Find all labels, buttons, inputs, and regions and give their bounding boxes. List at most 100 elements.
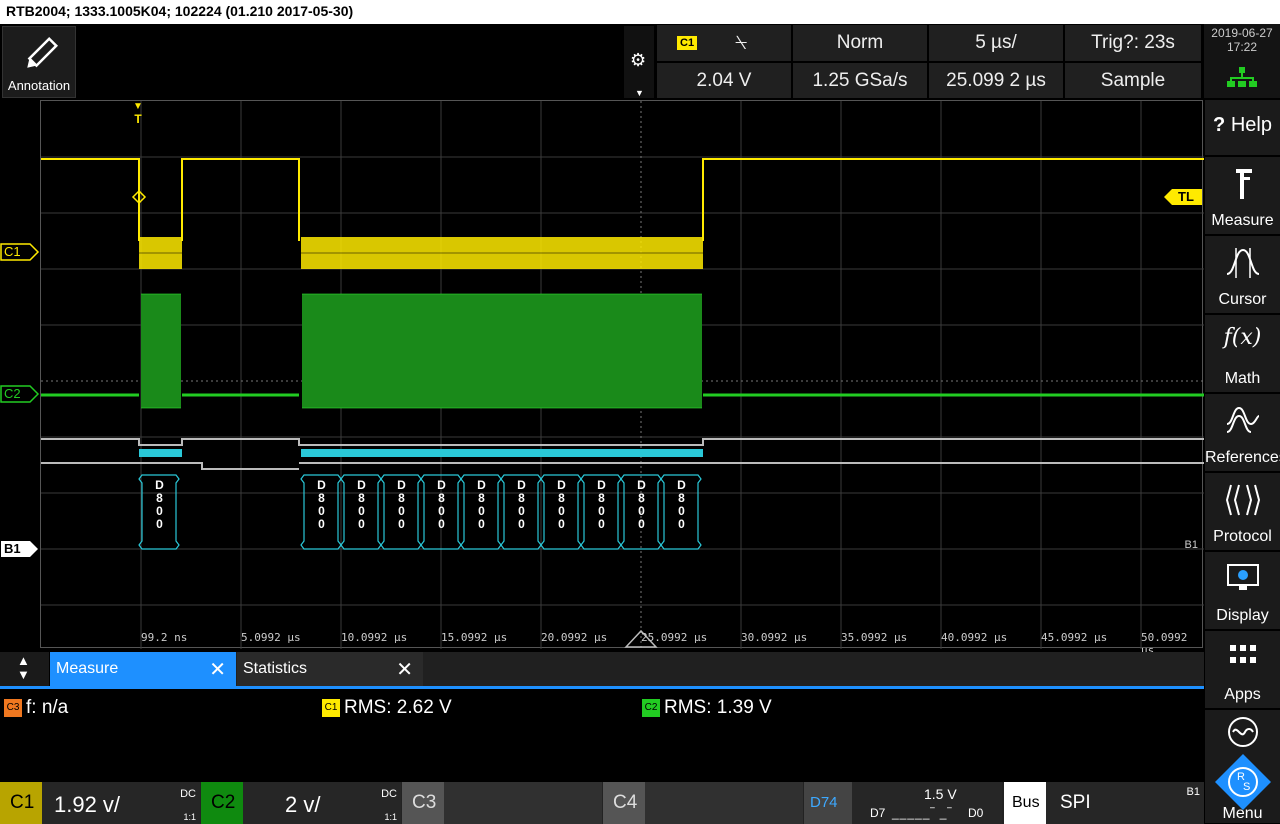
references-icon [1205, 404, 1280, 438]
b1-right-label: B1 [1184, 539, 1198, 551]
tab-statistics[interactable]: Statistics ✕ [237, 652, 423, 686]
caliper-icon [1205, 167, 1280, 201]
logic-bits-indicator: _____‾ _‾ [892, 806, 953, 820]
decode-frame-value: D800 [557, 478, 566, 531]
decode-frame-value: D800 [155, 478, 164, 531]
falling-edge-icon: ⍀ [735, 31, 748, 54]
time-tick-label: 15.0992 µs [441, 631, 508, 644]
sidebar-item-apps[interactable]: Apps [1205, 631, 1280, 709]
sidebar-item-display[interactable]: Display [1205, 552, 1280, 630]
sidebar-item-references[interactable]: References [1205, 394, 1280, 472]
trigger-source-cell[interactable]: C1 ⍀ [656, 24, 792, 62]
trigger-source-badge: C1 [677, 36, 698, 50]
settings-button[interactable]: ⚙ ▼ [624, 26, 654, 98]
waveform-display[interactable]: D800 D800 D800 D800 D800 D800 D800 D800 D800 D800… [40, 100, 1204, 657]
decode-frame-value: D800 [317, 478, 326, 531]
time-label: 17:22 [1226, 40, 1258, 54]
annotation-label: Annotation [7, 78, 71, 93]
c4-channel-tab[interactable]: C4 [603, 782, 645, 824]
sidebar-item-measure[interactable]: Measure [1205, 157, 1280, 235]
acquisition-mode[interactable]: Sample [1064, 62, 1202, 99]
c1-channel-tab[interactable]: C1 [0, 782, 42, 824]
decode-frame-value: D800 [357, 478, 366, 531]
c3-channel-settings[interactable] [444, 782, 602, 824]
c1-trace [41, 158, 1204, 241]
c2-channel-settings[interactable]: 2 v/ DC 1:1 [243, 782, 401, 824]
sidebar-label: Apps [1224, 686, 1261, 703]
decode-frame-value: D800 [677, 478, 686, 531]
c2-channel-tab[interactable]: C2 [201, 782, 243, 824]
measurement-c1[interactable]: C1 RMS: 2.62 V [322, 697, 452, 719]
decode-frame-value: D800 [597, 478, 606, 531]
sidebar-item-help[interactable]: ? Help [1205, 100, 1280, 156]
sidebar-item-menu[interactable]: R S Menu [1205, 710, 1280, 824]
timebase-scale[interactable]: 5 µs/ [928, 24, 1064, 62]
pencil-icon [27, 36, 59, 68]
decode-frame-value: D800 [477, 478, 486, 531]
sidebar-label: Protocol [1213, 528, 1272, 545]
logic-channel-settings[interactable]: 1.5 V D7 _____‾ _‾ D0 [852, 782, 1002, 824]
sidebar-item-math[interactable]: f(x) Math [1205, 315, 1280, 393]
sidebar-label: Menu [1222, 805, 1263, 822]
triangle-down-icon: ▼ [133, 101, 143, 112]
c1-channel-settings[interactable]: 1.92 v/ DC 1:1 [42, 782, 200, 824]
trigger-time-marker[interactable]: ▼ T [131, 102, 145, 128]
annotation-button[interactable]: Annotation [2, 26, 76, 98]
time-tick-label: 99.2 ns [141, 631, 188, 644]
help-icon: ? Help [1213, 114, 1272, 136]
apps-grid-icon [1205, 641, 1280, 671]
tab-measure[interactable]: Measure ✕ [50, 652, 236, 686]
sample-rate: 1.25 GSa/s [792, 62, 928, 99]
date-label: 2019-06-27 [1211, 26, 1273, 40]
time-tick-label: 30.0992 µs [741, 631, 808, 644]
time-tick-label: 45.0992 µs [1041, 631, 1108, 644]
network-icon [1227, 67, 1257, 87]
sidebar-label: Measure [1211, 212, 1274, 229]
sidebar-item-cursor[interactable]: Cursor [1205, 236, 1280, 314]
tab-underline [0, 686, 1204, 689]
horizontal-position[interactable]: 25.099 2 µs [928, 62, 1064, 99]
expand-collapse-icon: ▲ ▼ [17, 653, 30, 682]
c1-marker[interactable]: C1 [0, 243, 40, 261]
sidebar-item-protocol[interactable]: Protocol [1205, 473, 1280, 551]
decode-frame-value: D800 [437, 478, 446, 531]
svg-text:S: S [1243, 781, 1250, 793]
c3-channel-tab[interactable]: C3 [402, 782, 444, 824]
cursor-wave-icon [1205, 246, 1280, 280]
trigger-mode[interactable]: Norm [792, 24, 928, 62]
time-tick-label: 35.0992 µs [841, 631, 908, 644]
tab-measure-label: Measure [56, 660, 119, 677]
c2-burst [141, 294, 702, 408]
time-tick-label: 40.0992 µs [941, 631, 1008, 644]
decode-frame-value: D800 [517, 478, 526, 531]
sidebar-label: Math [1224, 370, 1261, 387]
time-tick-label: 20.0992 µs [541, 631, 608, 644]
trigger-level[interactable]: 2.04 V [656, 62, 792, 99]
bus-tab[interactable]: Bus [1004, 782, 1046, 824]
logic-channel-tab[interactable]: D74 [804, 782, 852, 824]
decode-frame-value: D800 [637, 478, 646, 531]
decode-frame-value: D800 [397, 478, 406, 531]
window-title: RTB2004; 1333.1005K04; 102224 (01.210 20… [0, 0, 1280, 24]
c4-channel-settings[interactable] [645, 782, 803, 824]
c2-marker[interactable]: C2 [0, 385, 40, 403]
protocol-icon [1205, 483, 1280, 517]
b1-marker[interactable]: B1 [0, 540, 40, 558]
trigger-status: Trig?: 23s [1064, 24, 1202, 62]
bus-settings[interactable]: SPI B1 [1046, 782, 1204, 824]
sidebar-label: Help [1230, 114, 1272, 136]
close-icon[interactable]: ✕ [209, 657, 226, 682]
time-tick-label: 25.0992 µs [641, 631, 708, 644]
sidebar-label: Cursor [1218, 291, 1267, 308]
measurement-c2[interactable]: C2 RMS: 1.39 V [642, 697, 772, 719]
close-icon[interactable]: ✕ [396, 657, 413, 682]
gear-icon: ⚙ [630, 50, 647, 70]
bus-clock [139, 449, 703, 457]
bottom-tab-bar: ▲ ▼ Measure ✕ Statistics ✕ [0, 652, 1204, 686]
trigger-level-marker[interactable]: TL [1163, 188, 1203, 206]
sidebar-label: Display [1216, 607, 1269, 624]
tab-statistics-label: Statistics [243, 660, 308, 677]
display-icon [1205, 562, 1280, 596]
measurement-c3[interactable]: C3 f: n/a [4, 697, 68, 719]
resize-toggle[interactable]: ▲ ▼ [0, 652, 50, 686]
